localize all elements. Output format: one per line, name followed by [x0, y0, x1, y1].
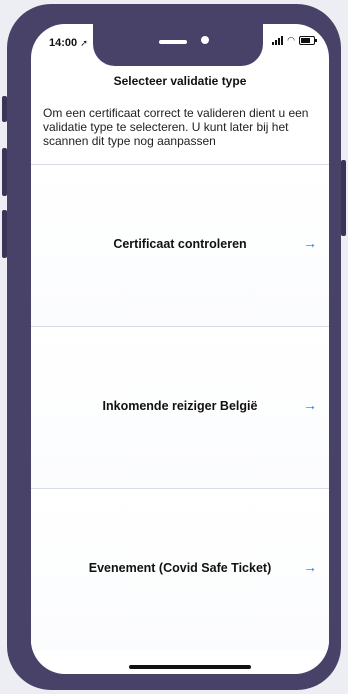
camera: [201, 36, 209, 44]
volume-up-button: [2, 148, 7, 196]
arrow-right-icon: →: [303, 559, 317, 575]
status-time: 14:00 ➚: [49, 37, 88, 49]
option-inkomende-reiziger[interactable]: Inkomende reiziger België →: [31, 326, 329, 488]
page-description: Om een certificaat correct te valideren …: [43, 106, 309, 148]
power-button: [341, 160, 346, 236]
signal-icon: [272, 36, 284, 45]
battery-icon: [299, 36, 317, 45]
location-arrow-icon: ➚: [80, 38, 88, 48]
screen: 14:00 ➚ ◠ Selecteer validatie type Om ee…: [31, 24, 329, 674]
home-indicator[interactable]: [129, 665, 251, 669]
option-label: Certificaat controleren: [113, 237, 247, 251]
speaker: [159, 40, 187, 44]
mute-switch: [2, 96, 7, 122]
arrow-right-icon: →: [303, 397, 317, 413]
arrow-right-icon: →: [303, 235, 317, 251]
option-evenement[interactable]: Evenement (Covid Safe Ticket) →: [31, 488, 329, 650]
status-time-text: 14:00: [49, 37, 78, 49]
notch: [93, 24, 263, 66]
volume-down-button: [2, 210, 7, 258]
validation-type-list: Certificaat controleren → Inkomende reiz…: [31, 164, 329, 650]
option-label: Inkomende reiziger België: [102, 399, 258, 413]
wifi-icon: ◠: [287, 35, 295, 45]
page-title: Selecteer validatie type: [113, 74, 247, 88]
option-certificaat-controleren[interactable]: Certificaat controleren →: [31, 164, 329, 326]
status-indicators: ◠: [272, 35, 317, 45]
option-label: Evenement (Covid Safe Ticket): [88, 561, 272, 575]
